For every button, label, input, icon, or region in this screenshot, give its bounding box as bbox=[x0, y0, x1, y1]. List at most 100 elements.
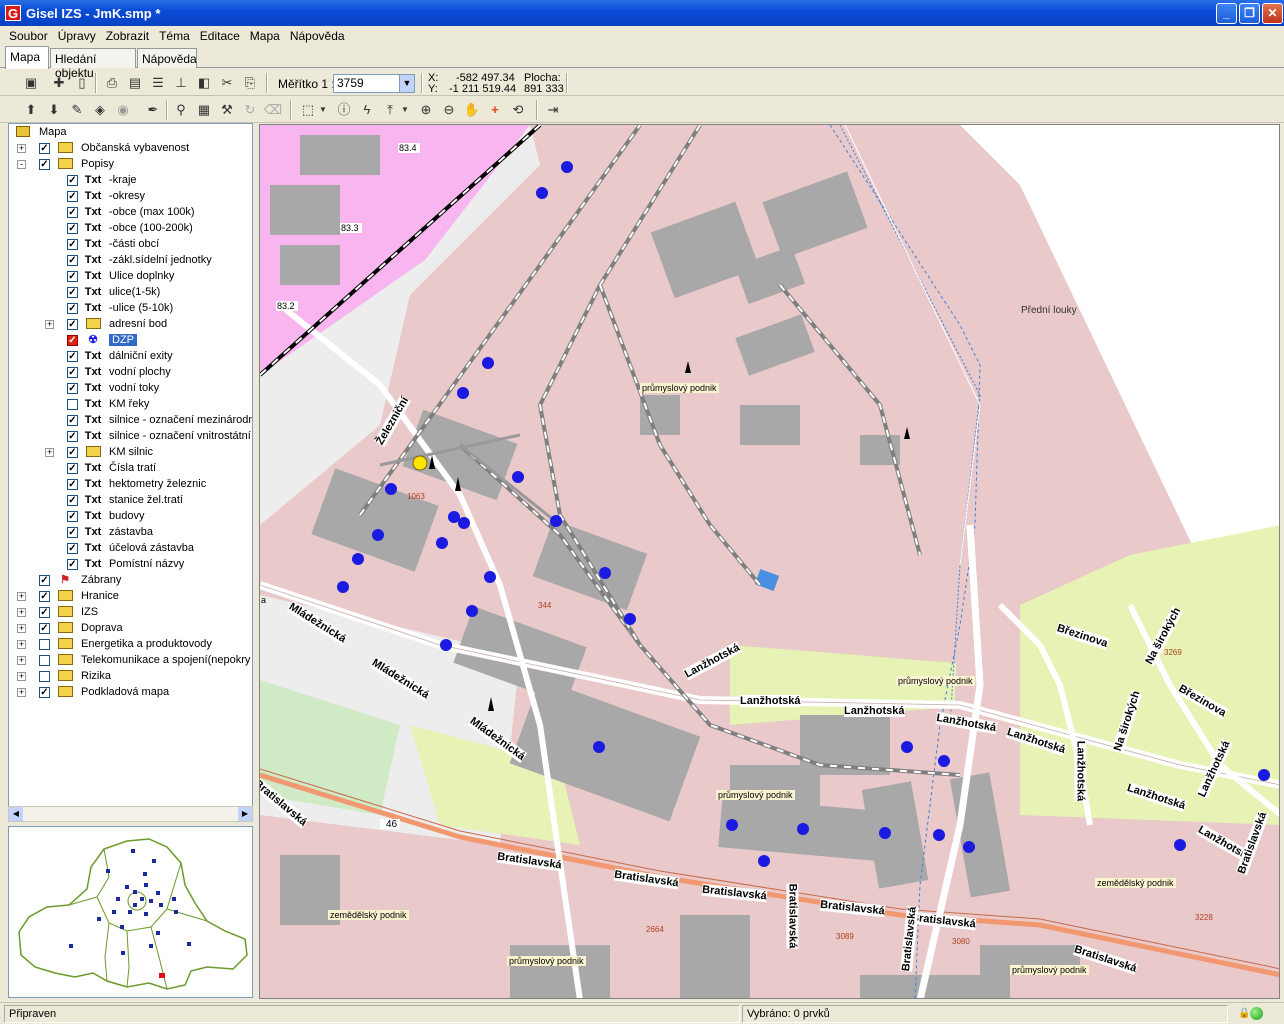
layer-row[interactable]: - ✓ Popisy bbox=[9, 157, 252, 173]
layer-checkbox[interactable]: ✓ bbox=[67, 207, 78, 218]
layer-checkbox[interactable]: ✓ bbox=[39, 575, 50, 586]
layer-row[interactable]: + ✓ adresní bod bbox=[9, 317, 252, 333]
layer-checkbox[interactable]: ✓ bbox=[67, 511, 78, 522]
eraser-icon[interactable]: ⌫ bbox=[263, 100, 283, 120]
zoom-in-icon[interactable]: ⊕ bbox=[416, 100, 436, 120]
layer-row[interactable]: ✓ Txt ulice(1-5k) bbox=[9, 285, 252, 301]
layer-tree-scrollbar[interactable]: ◀ ▶ bbox=[8, 806, 253, 822]
layer-row[interactable]: ✓ Txt vodní plochy bbox=[9, 365, 252, 381]
layer-checkbox[interactable]: ✓ bbox=[67, 175, 78, 186]
info-icon[interactable]: ⓘ bbox=[334, 100, 354, 120]
layer-row[interactable]: ✓ ⚑ Zábrany bbox=[9, 573, 252, 589]
layer-row[interactable]: + ✓ Hranice bbox=[9, 589, 252, 605]
layer-row[interactable]: ✓ Txt zástavba bbox=[9, 525, 252, 541]
expand-icon[interactable]: + bbox=[45, 320, 54, 329]
pen-icon[interactable]: ✒ bbox=[143, 100, 163, 120]
expand-icon[interactable]: + bbox=[17, 144, 26, 153]
layer-checkbox[interactable]: ✓ bbox=[67, 559, 78, 570]
layout-icon[interactable]: ◧ bbox=[194, 73, 214, 93]
expand-icon[interactable]: + bbox=[17, 608, 26, 617]
menu-zobrazit[interactable]: Zobrazit bbox=[101, 29, 154, 43]
layer-checkbox[interactable]: ✓ bbox=[67, 463, 78, 474]
layer-edit-icon[interactable]: ✎ bbox=[67, 100, 87, 120]
layer-checkbox[interactable]: ✓ bbox=[39, 687, 50, 698]
legend-icon[interactable]: ☰ bbox=[148, 73, 168, 93]
menu-mapa[interactable]: Mapa bbox=[245, 29, 285, 43]
maximize-button[interactable]: ❐ bbox=[1239, 3, 1260, 24]
menu-editace[interactable]: Editace bbox=[195, 29, 245, 43]
new-document-icon[interactable]: ▯ bbox=[72, 73, 92, 93]
layer-checkbox[interactable]: ✓ bbox=[39, 143, 50, 154]
layer-row[interactable]: ✓ Txt -zákl.sídelní jednotky bbox=[9, 253, 252, 269]
layer-row[interactable]: ✓ Txt -kraje bbox=[9, 173, 252, 189]
layer-row[interactable]: + Telekomunikace a spojení(nepokry bbox=[9, 653, 252, 669]
layer-checkbox[interactable]: ✓ bbox=[67, 255, 78, 266]
minimize-button[interactable]: _ bbox=[1216, 3, 1237, 24]
layer-row[interactable]: ✓ Txt -okresy bbox=[9, 189, 252, 205]
scroll-right-icon[interactable]: ▶ bbox=[238, 807, 252, 821]
layer-row[interactable]: ✓ Txt -obce (max 100k) bbox=[9, 205, 252, 221]
layer-checkbox[interactable]: ✓ bbox=[67, 367, 78, 378]
close-button[interactable]: ✕ bbox=[1262, 3, 1283, 24]
layer-tree[interactable]: Mapa + ✓ Občanská vybavenost - ✓ Popisy ✓ Txt -kr… bbox=[8, 123, 253, 820]
zoom-out-icon[interactable]: ⊖ bbox=[439, 100, 459, 120]
layer-checkbox[interactable]: ✓ bbox=[39, 607, 50, 618]
menu-upravy[interactable]: Úpravy bbox=[53, 29, 101, 43]
expand-icon[interactable]: + bbox=[17, 672, 26, 681]
print-icon[interactable]: ⎙ bbox=[102, 73, 122, 93]
find-icon[interactable]: ◉ bbox=[113, 100, 133, 120]
crosshair-icon[interactable]: + bbox=[485, 100, 505, 120]
layer-row[interactable]: + ✓ KM silnic bbox=[9, 445, 252, 461]
expand-icon[interactable]: + bbox=[17, 624, 26, 633]
layer-checkbox[interactable]: ✓ bbox=[67, 383, 78, 394]
layer-row[interactable]: ✓ Txt -části obcí bbox=[9, 237, 252, 253]
layer-row[interactable]: ✓ Txt dálniční exity bbox=[9, 349, 252, 365]
refresh-icon[interactable]: ↻ bbox=[240, 100, 260, 120]
exit-tool-icon[interactable]: ⇥ bbox=[543, 100, 563, 120]
layer-up-icon[interactable]: ⬆ bbox=[21, 100, 41, 120]
layer-down-icon[interactable]: ⬇ bbox=[44, 100, 64, 120]
layer-checkbox[interactable]: ✓ bbox=[67, 415, 78, 426]
menu-tema[interactable]: Téma bbox=[154, 29, 195, 43]
layer-row[interactable]: ✓ Txt silnice - označení vnitrostátní bbox=[9, 429, 252, 445]
layer-row[interactable]: ✓ Txt budovy bbox=[9, 509, 252, 525]
scale-combobox[interactable]: 3759 ▼ bbox=[333, 74, 415, 93]
measure-icon[interactable]: ⤒ bbox=[380, 100, 400, 120]
layer-row[interactable]: ✓ Txt účelová zástavba bbox=[9, 541, 252, 557]
hammer-icon[interactable]: ⚒ bbox=[217, 100, 237, 120]
layer-checkbox[interactable]: ✓ bbox=[67, 431, 78, 442]
layer-row[interactable]: ✓ Txt hektometry železnic bbox=[9, 477, 252, 493]
layer-row[interactable]: Mapa bbox=[9, 125, 252, 141]
layer-checkbox[interactable]: ✓ bbox=[67, 335, 78, 346]
layer-checkbox[interactable]: ✓ bbox=[67, 351, 78, 362]
cut-icon[interactable]: ✂ bbox=[217, 73, 237, 93]
layer-row[interactable]: ✓ Txt Ulice doplnky bbox=[9, 269, 252, 285]
chevron-down-icon[interactable]: ▼ bbox=[318, 100, 328, 120]
tab-napoveda[interactable]: Nápověda bbox=[137, 48, 197, 68]
layer-row[interactable]: Txt KM řeky bbox=[9, 397, 252, 413]
scroll-left-icon[interactable]: ◀ bbox=[9, 807, 23, 821]
layer-checkbox[interactable]: ✓ bbox=[39, 591, 50, 602]
lightning-icon[interactable]: ϟ bbox=[357, 100, 377, 120]
map-canvas[interactable]: Přední louky průmyslový podnik průmyslov… bbox=[259, 124, 1280, 999]
expand-icon[interactable]: + bbox=[17, 640, 26, 649]
zoom-previous-icon[interactable]: ⟲ bbox=[508, 100, 528, 120]
layer-checkbox[interactable]: ✓ bbox=[67, 303, 78, 314]
layer-checkbox[interactable]: ✓ bbox=[67, 287, 78, 298]
layer-row[interactable]: + ✓ Občanská vybavenost bbox=[9, 141, 252, 157]
layer-checkbox[interactable]: ✓ bbox=[67, 223, 78, 234]
layer-checkbox[interactable]: ✓ bbox=[67, 319, 78, 330]
layer-row[interactable]: + Rizika bbox=[9, 669, 252, 685]
layer-checkbox[interactable]: ✓ bbox=[67, 479, 78, 490]
layer-row[interactable]: ✓ Txt -obce (100-200k) bbox=[9, 221, 252, 237]
layer-checkbox[interactable]: ✓ bbox=[67, 239, 78, 250]
axis-icon[interactable]: ⊥ bbox=[171, 73, 191, 93]
layer-row[interactable]: + ✓ Doprava bbox=[9, 621, 252, 637]
layer-row[interactable]: ✓ ☢ DZP bbox=[9, 333, 252, 349]
navigate-icon[interactable]: ◈ bbox=[90, 100, 110, 120]
layer-checkbox[interactable] bbox=[39, 639, 50, 650]
layer-checkbox[interactable]: ✓ bbox=[67, 447, 78, 458]
layer-row[interactable]: ✓ Txt stanice žel.tratí bbox=[9, 493, 252, 509]
binoculars-icon[interactable]: ⚲ bbox=[171, 100, 191, 120]
layer-checkbox[interactable]: ✓ bbox=[39, 159, 50, 170]
